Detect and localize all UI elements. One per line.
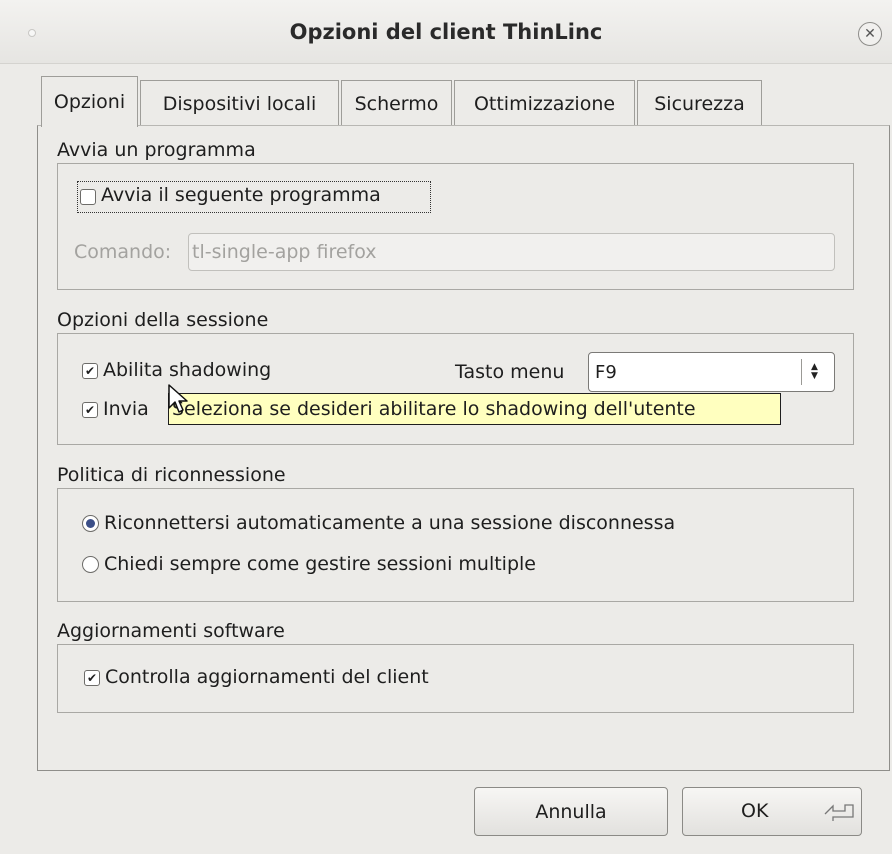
window-title: Opzioni del client ThinLinc (289, 20, 603, 44)
cancel-button-label: Annulla (535, 800, 607, 823)
mouse-pointer-icon (168, 384, 188, 413)
avvia-programma-label[interactable]: Avvia il seguente programma (101, 184, 381, 206)
tab-label: Opzioni (53, 91, 126, 113)
ok-button-label: OK (741, 800, 769, 822)
tab-schermo[interactable]: Schermo (341, 80, 452, 127)
menu-key-select[interactable]: F9 ▲ ▼ (588, 352, 835, 392)
tab-sicurezza[interactable]: Sicurezza (637, 80, 762, 127)
comando-label: Comando: (74, 241, 172, 263)
comando-value: tl-single-app firefox (192, 241, 377, 263)
group-title-riconnessione: Politica di riconnessione (57, 464, 286, 486)
menu-key-label: Tasto menu (455, 361, 565, 383)
aggiornamenti-checkbox[interactable]: ✔ (84, 670, 100, 686)
group-title-sessione: Opzioni della sessione (57, 309, 269, 331)
group-title-avvia: Avvia un programma (57, 139, 256, 161)
cancel-button[interactable]: Annulla (474, 787, 668, 836)
aggiornamenti-label[interactable]: Controlla aggiornamenti del client (105, 666, 429, 688)
group-box-riconnessione (57, 488, 854, 602)
updown-arrows-icon: ▲ ▼ (811, 362, 818, 381)
ok-button[interactable]: OK (682, 787, 862, 836)
tab-ottimizzazione[interactable]: Ottimizzazione (454, 80, 635, 127)
title-bar: Opzioni del client ThinLinc ✕ (0, 0, 892, 64)
checkmark-icon: ✔ (86, 671, 98, 685)
radio-riconnetti-auto[interactable] (82, 515, 99, 532)
comando-input[interactable]: tl-single-app firefox (188, 233, 835, 271)
invia-checkbox[interactable]: ✔ (82, 402, 98, 418)
shadowing-tooltip: Seleziona se desideri abilitare lo shado… (168, 393, 781, 425)
group-title-aggiornamenti: Aggiornamenti software (57, 620, 285, 642)
tab-label: Schermo (354, 93, 439, 115)
combo-separator (801, 359, 802, 385)
tab-label: Dispositivi locali (162, 93, 317, 115)
radio-selected-dot (86, 519, 95, 528)
tab-opzioni[interactable]: Opzioni (41, 76, 138, 127)
tab-label: Ottimizzazione (473, 93, 616, 115)
tab-label: Sicurezza (654, 93, 745, 115)
checkmark-icon: ✔ (84, 403, 96, 417)
radio-chiedi-sempre-label[interactable]: Chiedi sempre come gestire sessioni mult… (104, 553, 536, 575)
radio-chiedi-sempre[interactable] (82, 556, 99, 573)
radio-riconnetti-auto-label[interactable]: Riconnettersi automaticamente a una sess… (104, 512, 675, 534)
enter-key-icon (824, 804, 854, 821)
checkmark-icon: ✔ (84, 364, 96, 378)
close-icon[interactable]: ✕ (858, 22, 882, 46)
avvia-programma-checkbox[interactable] (80, 189, 96, 205)
invia-label[interactable]: Invia (103, 398, 149, 420)
tooltip-text: Seleziona se desideri abilitare lo shado… (172, 398, 696, 420)
shadowing-label[interactable]: Abilita shadowing (103, 359, 271, 381)
tab-dispositivi-locali[interactable]: Dispositivi locali (140, 80, 339, 127)
shadowing-checkbox[interactable]: ✔ (82, 363, 98, 379)
menu-key-value: F9 (595, 361, 617, 383)
